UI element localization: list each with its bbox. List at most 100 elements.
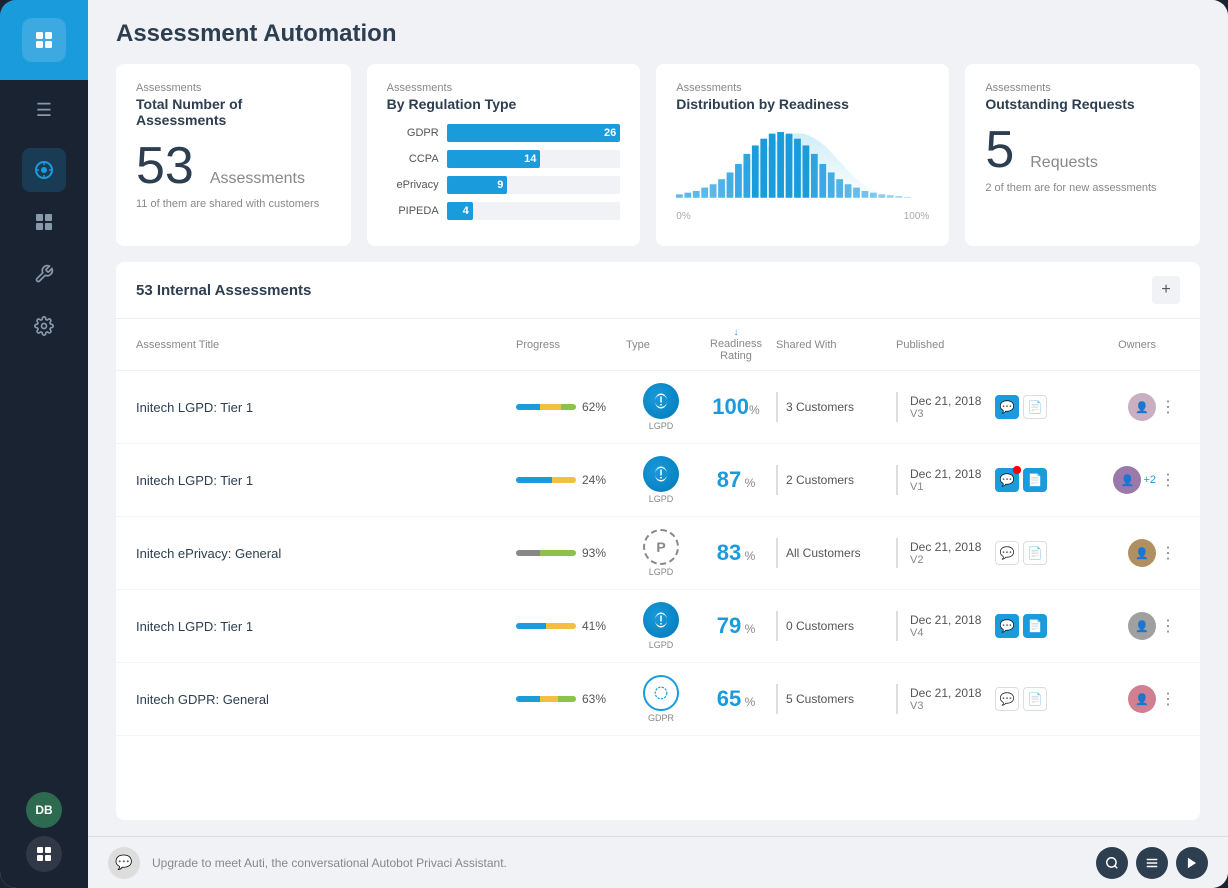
document-icon[interactable]: 📄 — [1023, 541, 1047, 565]
shared-text: All Customers — [786, 546, 861, 560]
row-progress: 41% — [516, 619, 626, 633]
table-section: 53 Internal Assessments + Assessment Tit… — [88, 262, 1228, 836]
row-progress: 62% — [516, 400, 626, 414]
chat-icon[interactable]: 💬 — [995, 541, 1019, 565]
req-card-label: Assessments — [985, 82, 1180, 94]
row-type: P LGPD — [626, 529, 696, 577]
page-header: Assessment Automation — [88, 0, 1228, 64]
row-readiness: 83 % — [696, 540, 776, 566]
distribution-chart — [676, 124, 929, 204]
total-sub: 11 of them are shared with customers — [136, 198, 331, 210]
owner-avatar: 👤 — [1128, 685, 1156, 713]
bar-fill: 14 — [447, 150, 541, 168]
progress-pct: 24% — [582, 473, 606, 487]
shared-text: 2 Customers — [786, 473, 854, 487]
main-content: Assessment Automation Assessments Total … — [88, 0, 1228, 888]
chat-icon[interactable]: 💬 — [995, 687, 1019, 711]
sidebar-item-network[interactable] — [22, 148, 66, 192]
row-menu-button[interactable]: ⋮ — [1156, 470, 1180, 490]
regulation-card: Assessments By Regulation Type GDPR 26 C… — [367, 64, 641, 246]
published-version: V3 — [910, 700, 981, 712]
shared-text: 5 Customers — [786, 692, 854, 706]
row-menu-button[interactable]: ⋮ — [1156, 616, 1180, 636]
published-date: Dec 21, 2018 — [910, 686, 981, 700]
column-headers: Assessment Title Progress Type ↓ Readine… — [116, 319, 1200, 371]
published-version: V4 — [910, 627, 981, 639]
progress-bar — [516, 404, 576, 410]
row-owners: 👤 — [1056, 393, 1156, 421]
document-icon[interactable]: 📄 — [1023, 687, 1047, 711]
row-owners: 👤 — [1056, 539, 1156, 567]
type-badge-eprivacy: P — [643, 529, 679, 565]
assessments-table: 53 Internal Assessments + Assessment Tit… — [116, 262, 1200, 820]
chat-icon[interactable]: 💬 — [995, 614, 1019, 638]
sidebar-item-settings[interactable] — [22, 304, 66, 348]
chat-icon[interactable]: 💬 — [995, 468, 1019, 492]
bar-track: 9 — [447, 176, 621, 194]
row-menu-button[interactable]: ⋮ — [1156, 689, 1180, 709]
shared-text: 3 Customers — [786, 400, 854, 414]
row-shared: 3 Customers — [776, 392, 896, 422]
bar-label: PIPEDA — [387, 205, 439, 217]
table-row: Initech ePrivacy: General 93% P — [116, 517, 1200, 590]
document-icon[interactable]: 📄 — [1023, 395, 1047, 419]
owner-count: +2 — [1143, 474, 1156, 486]
row-type: LGPD — [626, 456, 696, 504]
row-assessment-title: Initech GDPR: General — [136, 692, 516, 707]
row-shared: 0 Customers — [776, 611, 896, 641]
owner-avatar: 👤 — [1128, 612, 1156, 640]
published-date: Dec 21, 2018 — [910, 540, 981, 554]
type-badge-lgpd — [643, 456, 679, 492]
row-menu-button[interactable]: ⋮ — [1156, 543, 1180, 563]
row-progress: 93% — [516, 546, 626, 560]
col-header-type: Type — [626, 339, 696, 351]
table-title: 53 Internal Assessments — [136, 282, 1152, 299]
sidebar-item-grid[interactable] — [22, 200, 66, 244]
bar-fill: 9 — [447, 176, 508, 194]
chat-icon[interactable]: 💬 — [995, 395, 1019, 419]
row-progress: 24% — [516, 473, 626, 487]
document-icon[interactable]: 📄 — [1023, 468, 1047, 492]
navigate-action-button[interactable] — [1176, 847, 1208, 879]
progress-bar — [516, 696, 576, 702]
reg-card-label: Assessments — [387, 82, 621, 94]
progress-bar — [516, 477, 576, 483]
sidebar: ☰ — [0, 0, 88, 888]
published-version: V2 — [910, 554, 981, 566]
published-version: V3 — [910, 408, 981, 420]
bar-fill: 26 — [447, 124, 621, 142]
total-number: 53 — [136, 140, 194, 192]
table-row: Initech GDPR: General 63% — [116, 663, 1200, 736]
bar-ccpa: CCPA 14 — [387, 150, 621, 168]
col-header-assessment: Assessment Title — [136, 339, 516, 351]
chat-bubble-icon: 💬 — [108, 847, 140, 879]
row-shared: 2 Customers — [776, 465, 896, 495]
type-badge-lgpd — [643, 602, 679, 638]
table-header: 53 Internal Assessments + — [116, 262, 1200, 319]
sidebar-item-tools[interactable] — [22, 252, 66, 296]
search-action-button[interactable] — [1096, 847, 1128, 879]
sidebar-dots-button[interactable] — [26, 836, 62, 872]
menu-button[interactable]: ☰ — [0, 88, 88, 132]
bar-label: CCPA — [387, 153, 439, 165]
readiness-number: 65 — [717, 686, 741, 711]
owner-avatar: 👤 — [1128, 393, 1156, 421]
row-published: Dec 21, 2018 V2 💬 📄 — [896, 538, 1056, 568]
user-avatar[interactable]: DB — [26, 792, 62, 828]
readiness-number: 100 — [712, 394, 749, 419]
total-assessments-card: Assessments Total Number of Assessments … — [116, 64, 351, 246]
filter-action-button[interactable] — [1136, 847, 1168, 879]
document-icon[interactable]: 📄 — [1023, 614, 1047, 638]
add-assessment-button[interactable]: + — [1152, 276, 1180, 304]
bar-gdpr: GDPR 26 — [387, 124, 621, 142]
bar-track: 26 — [447, 124, 621, 142]
published-version: V1 — [910, 481, 981, 493]
bottom-bar: 💬 Upgrade to meet Auti, the conversation… — [88, 836, 1228, 888]
published-date: Dec 21, 2018 — [910, 394, 981, 408]
req-number: 5 — [985, 124, 1014, 176]
row-published: Dec 21, 2018 V4 💬 📄 — [896, 611, 1056, 641]
progress-pct: 41% — [582, 619, 606, 633]
row-menu-button[interactable]: ⋮ — [1156, 397, 1180, 417]
row-progress: 63% — [516, 692, 626, 706]
bar-fill: 4 — [447, 202, 473, 220]
